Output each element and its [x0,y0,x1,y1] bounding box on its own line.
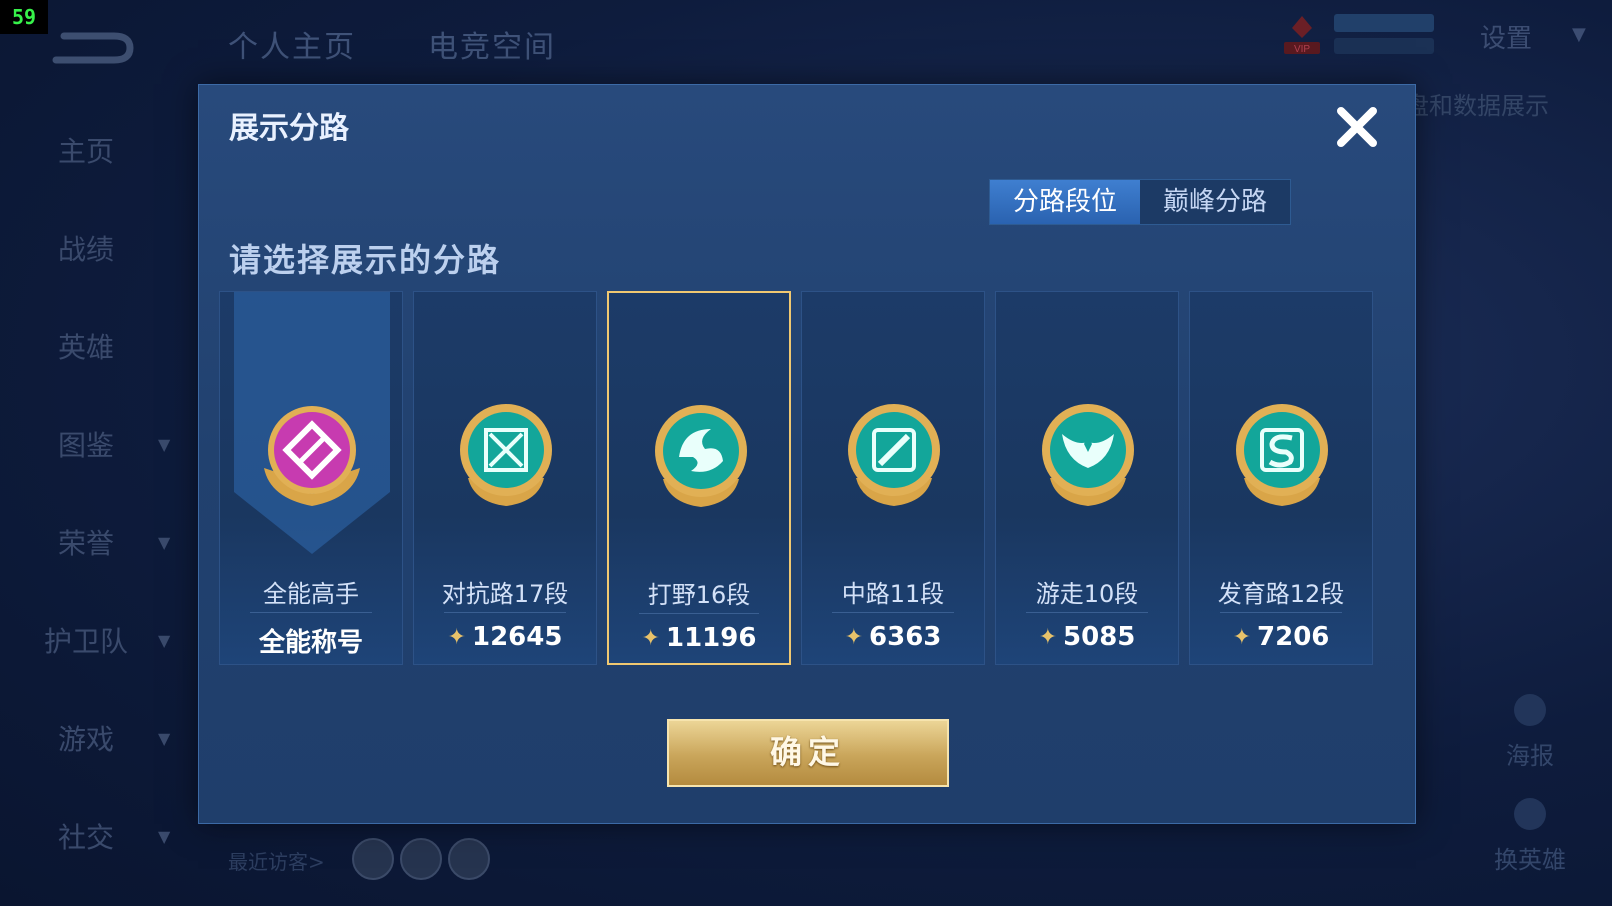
sidebar-item-honor[interactable]: 荣誉 ▼ [0,512,190,572]
recent-visitors-link[interactable]: 最近访客> [228,846,325,875]
lane-name: 中路11段 [841,580,945,608]
rank-points-icon: ✦ [1038,624,1058,650]
lane-card-jungle[interactable]: 打野16段 ✦ 11196 [607,291,791,665]
jungle-emblem-icon [655,405,747,507]
divider [1220,612,1342,613]
chevron-down-icon: ▼ [158,532,171,552]
top-tabs: 个人主页 电竞空间 [228,22,556,66]
switch-hero-icon [1514,798,1546,830]
dialog-subtitle: 请选择展示的分路 [229,241,502,279]
lane-card-farm[interactable]: 发育路12段 ✦ 7206 [1189,291,1373,665]
display-lane-dialog: 展示分路 分路段位 巅峰分路 请选择展示的分路 全能高手 全能称号 对抗路17段… [198,84,1416,824]
lane-card-all-round[interactable]: 全能高手 全能称号 [219,291,403,665]
sidebar-item-games[interactable]: 游戏 ▼ [0,708,190,768]
chevron-down-icon: ▼ [158,826,171,846]
sidebar-item-guard[interactable]: 护卫队 ▼ [0,610,190,670]
tab-lane-rank[interactable]: 分路段位 [990,180,1140,224]
lane-score: 全能称号 [258,628,363,658]
back-icon[interactable] [50,26,134,68]
tab-personal-home[interactable]: 个人主页 [228,22,356,66]
farm-lane-emblem-icon [1236,404,1328,506]
rank-points-icon: ✦ [844,624,864,650]
lane-name: 全能高手 [263,580,359,608]
lane-mode-toggle: 分路段位 巅峰分路 [989,179,1291,225]
mid-lane-emblem-icon [848,404,940,506]
svg-text:VIP: VIP [1294,44,1310,55]
vip-badge [1334,14,1434,32]
poster-button[interactable]: 海报 [1480,690,1580,771]
divider [832,612,954,613]
fps-counter: 59 [0,0,48,34]
avatar[interactable] [400,838,442,880]
lane-card-roam[interactable]: 游走10段 ✦ 5085 [995,291,1179,665]
chevron-down-icon[interactable]: ▼ [1572,24,1586,45]
dialog-title: 展示分路 [229,111,349,146]
divider [1026,612,1148,613]
tab-esports-space[interactable]: 电竞空间 [428,22,556,66]
sidebar-item-home[interactable]: 主页 [0,120,190,180]
clash-lane-emblem-icon [460,404,552,506]
lane-score: ✦ 6363 [844,622,942,652]
lane-score: ✦ 12645 [447,622,563,652]
divider [639,613,759,614]
all-round-emblem-icon [264,406,360,506]
sidebar-item-record[interactable]: 战绩 [0,218,190,278]
lane-name: 对抗路17段 [441,580,569,608]
rank-points-icon: ✦ [447,624,466,650]
sidebar-item-social[interactable]: 社交 ▼ [0,806,190,866]
lane-name: 发育路12段 [1217,580,1345,608]
top-right-bar: VIP 设置 ▼ [1232,0,1612,90]
chevron-down-icon: ▼ [158,630,171,650]
divider [250,612,372,613]
lane-name: 游走10段 [1035,580,1139,608]
background-label: 盘和数据展示 [1405,92,1549,120]
lane-score: ✦ 7206 [1232,622,1330,652]
close-icon[interactable] [1331,101,1383,153]
settings-button[interactable]: 设置 [1480,18,1532,55]
chevron-down-icon: ▼ [158,434,171,454]
tab-peak-lane[interactable]: 巅峰分路 [1140,180,1290,224]
lane-name: 打野16段 [647,581,751,609]
vip-icon[interactable]: VIP [1282,14,1322,56]
lane-card-mid[interactable]: 中路11段 ✦ 6363 [801,291,985,665]
roam-emblem-icon [1042,404,1134,506]
chevron-down-icon: ▼ [158,728,171,748]
lane-score: ✦ 11196 [641,623,757,653]
avatar[interactable] [352,838,394,880]
divider [444,612,566,613]
confirm-button[interactable]: 确定 [667,719,949,787]
lane-card-clash[interactable]: 对抗路17段 ✦ 12645 [413,291,597,665]
avatar[interactable] [448,838,490,880]
lane-score: ✦ 5085 [1038,622,1136,652]
sidebar-item-heroes[interactable]: 英雄 [0,316,190,376]
rank-points-icon: ✦ [1232,624,1252,650]
poster-icon [1514,694,1546,726]
switch-hero-button[interactable]: 换英雄 [1480,794,1580,875]
rank-points-icon: ✦ [641,625,660,651]
vip-sub-badge [1334,38,1434,54]
sidebar-item-gallery[interactable]: 图鉴 ▼ [0,414,190,474]
